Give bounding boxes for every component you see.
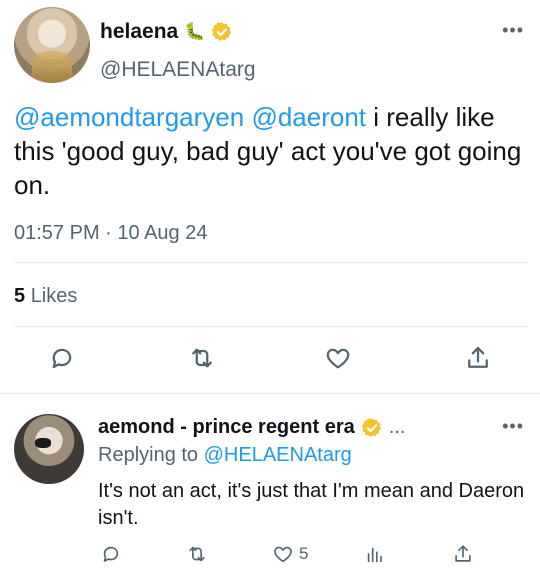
- mention-link[interactable]: @aemondtargaryen: [14, 102, 244, 132]
- mention-link[interactable]: @daeront: [251, 102, 366, 132]
- timestamp[interactable]: 01:57 PM · 10 Aug 24: [14, 222, 207, 245]
- views-button[interactable]: [364, 539, 386, 569]
- heart-icon: [274, 546, 292, 563]
- retweet-icon: [189, 546, 205, 562]
- verified-badge-icon: [212, 22, 232, 41]
- like-button[interactable]: 5: [272, 539, 308, 569]
- share-icon: [468, 346, 488, 368]
- replying-label: Replying to: [98, 444, 199, 466]
- tweet-text: @aemondtargaryen @daeront i really like …: [14, 100, 529, 202]
- like-count: 5: [299, 544, 309, 563]
- reply-button[interactable]: [42, 338, 82, 378]
- reply-icon: [103, 546, 119, 562]
- author-handle[interactable]: @HELAENAtarg: [100, 58, 256, 82]
- reply-tweet[interactable]: aemond - prince regent era ... ••• Reply…: [0, 394, 540, 577]
- verified-badge-icon: [361, 417, 381, 437]
- avatar[interactable]: [14, 414, 84, 484]
- likes-count: 5: [14, 285, 26, 307]
- main-tweet: helaena 🐛 @HELAENAtarg ••• @aemondtargar…: [0, 0, 540, 393]
- share-button[interactable]: [458, 338, 498, 378]
- replying-handle-link[interactable]: @HELAENAtarg: [204, 444, 352, 466]
- caterpillar-emoji: 🐛: [184, 22, 206, 41]
- reply-button[interactable]: [100, 539, 122, 569]
- display-name[interactable]: helaena: [100, 20, 178, 44]
- reply-author-row: aemond - prince regent era ...: [98, 416, 405, 439]
- retweet-button[interactable]: [186, 539, 208, 569]
- divider: [14, 262, 528, 263]
- replying-to: Replying to @HELAENAtarg: [98, 444, 352, 467]
- more-options-icon[interactable]: •••: [502, 416, 524, 437]
- divider: [14, 326, 528, 327]
- views-icon: [367, 547, 382, 563]
- likes-label: Likes: [30, 285, 78, 307]
- reply-text: It's not an act, it's just that I'm mean…: [98, 480, 525, 529]
- avatar[interactable]: [14, 7, 90, 83]
- likes-stat[interactable]: 5 Likes: [14, 285, 77, 308]
- share-icon: [455, 545, 471, 562]
- retweet-button[interactable]: [182, 338, 222, 378]
- heart-icon: [326, 348, 350, 369]
- share-button[interactable]: [452, 539, 474, 569]
- display-name[interactable]: aemond - prince regent era: [98, 416, 355, 439]
- action-bar: [0, 338, 540, 378]
- reply-action-bar: 5: [0, 539, 540, 569]
- retweet-icon: [192, 348, 212, 368]
- like-button[interactable]: [318, 338, 358, 378]
- author-name-row: helaena 🐛: [100, 20, 233, 44]
- name-truncation: ...: [388, 416, 406, 438]
- more-options-icon[interactable]: •••: [502, 20, 524, 41]
- reply-icon: [52, 348, 72, 369]
